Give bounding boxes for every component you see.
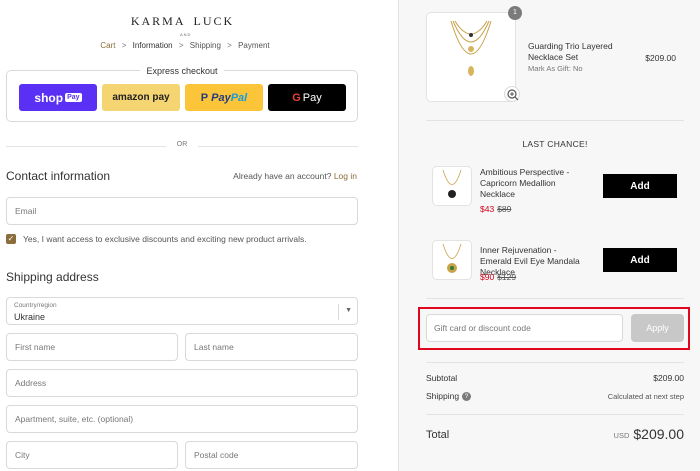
necklace-image (450, 20, 492, 76)
apartment-placeholder: Apartment, suite, etc. (optional) (15, 414, 134, 424)
country-label: Country/region (14, 302, 57, 309)
help-icon[interactable]: ? (462, 392, 472, 402)
total-label: Total (426, 429, 450, 441)
select-separator (338, 304, 339, 320)
divider-line (198, 146, 358, 147)
shop-pay-button[interactable]: shop Pay (19, 84, 97, 111)
country-value: Ukraine (14, 312, 46, 322)
address-placeholder: Address (15, 378, 47, 388)
chevron-down-icon: ▼ (345, 307, 352, 314)
product-price: $209.00 (645, 53, 676, 63)
city-field[interactable]: City (6, 441, 178, 469)
last-name-field[interactable]: Last name (185, 333, 358, 361)
chevron-right-icon: > (227, 41, 232, 50)
divider (426, 414, 684, 415)
product-thumbnail (426, 12, 516, 102)
first-name-field[interactable]: First name (6, 333, 178, 361)
original-price: $89 (497, 204, 512, 214)
divider (426, 298, 684, 299)
upsell-item-name: Ambitious Perspective - Capricorn Medall… (480, 167, 570, 199)
paypal-label-a: Pay (211, 91, 231, 104)
product-gift-option: Mark As Gift: No (528, 64, 583, 73)
checkout-form-panel: KARMA LUCK AND Cart > Information > Ship… (0, 0, 398, 471)
postal-placeholder: Postal code (194, 450, 239, 460)
zoom-icon[interactable] (504, 86, 520, 102)
upsell-thumbnail (432, 240, 472, 280)
shipping-value: Calculated at next step (607, 392, 684, 401)
apartment-field[interactable]: Apartment, suite, etc. (optional) (6, 405, 358, 433)
logo-text-right: LUCK (193, 13, 235, 28)
upsell-item-price: $90 $129 (480, 272, 516, 282)
subtotal-value: $209.00 (653, 373, 684, 383)
or-divider: OR (6, 141, 358, 151)
apply-discount-button[interactable]: Apply (631, 314, 684, 342)
shop-pay-label: shop (34, 90, 64, 105)
divider (426, 120, 684, 121)
original-price: $129 (497, 272, 517, 282)
breadcrumb-information: Information (132, 41, 173, 50)
city-placeholder: City (15, 450, 30, 460)
shipping-label: Shipping? (426, 391, 472, 402)
chevron-right-icon: > (178, 41, 184, 50)
country-select[interactable]: Country/region Ukraine ▼ (6, 297, 358, 325)
sale-price: $90 (480, 272, 495, 282)
shipping-heading: Shipping address (6, 270, 99, 284)
breadcrumb: Cart > Information > Shipping > Payment (0, 41, 370, 50)
newsletter-checkbox[interactable]: ✓ (6, 234, 16, 244)
amazon-pay-button[interactable]: amazon pay (102, 84, 180, 111)
necklace-image (442, 169, 462, 198)
currency-code: USD (613, 430, 630, 440)
newsletter-label: Yes, I want access to exclusive discount… (23, 234, 307, 244)
express-checkout-title: Express checkout (7, 66, 357, 76)
contact-heading: Contact information (6, 169, 111, 183)
express-checkout-title-text: Express checkout (140, 66, 224, 76)
account-prompt-text: Already have an account? (233, 171, 332, 181)
breadcrumb-shipping: Shipping (189, 41, 221, 50)
logo-text-left: KARMA (130, 13, 186, 28)
account-prompt: Already have an account? Log in (233, 171, 357, 181)
subtotal-label: Subtotal (426, 373, 458, 383)
login-link[interactable]: Log in (334, 171, 357, 181)
discount-placeholder: Gift card or discount code (434, 323, 531, 333)
paypal-icon: P (200, 91, 209, 104)
brand-logo[interactable]: KARMA LUCK (131, 9, 232, 33)
total-amount: $209.00 (633, 426, 684, 442)
upsell-item-price: $43 $89 (480, 204, 511, 214)
discount-code-input[interactable]: Gift card or discount code (426, 314, 623, 342)
breadcrumb-payment: Payment (238, 41, 270, 50)
add-upsell-button[interactable]: Add (603, 248, 677, 272)
postal-code-field[interactable]: Postal code (185, 441, 358, 469)
last-name-placeholder: Last name (194, 342, 234, 352)
upsell-thumbnail (432, 166, 472, 206)
email-field[interactable]: Email (6, 197, 358, 225)
chevron-right-icon: > (121, 41, 127, 50)
paypal-button[interactable]: P Pay Pal (185, 84, 263, 111)
email-placeholder: Email (15, 206, 37, 216)
paypal-label-b: Pal (230, 91, 248, 104)
necklace-image (442, 243, 462, 273)
quantity-badge: 1 (508, 6, 522, 20)
shipping-label-text: Shipping (426, 391, 460, 401)
google-pay-label: Pay (302, 91, 322, 104)
google-icon: G (292, 91, 301, 104)
address-field[interactable]: Address (6, 369, 358, 397)
amazon-pay-label: amazon pay (112, 92, 170, 103)
logo-subtext: AND (180, 32, 192, 37)
breadcrumb-cart[interactable]: Cart (100, 41, 115, 50)
upsell-title: LAST CHANCE! (522, 139, 588, 149)
divider (426, 362, 684, 363)
express-checkout-box: Express checkout shop Pay amazon pay P Pa… (6, 66, 358, 122)
total-value: USD $209.00 (614, 426, 684, 442)
shop-pay-box: Pay (65, 93, 82, 102)
first-name-placeholder: First name (15, 342, 56, 352)
google-pay-button[interactable]: G Pay (268, 84, 346, 111)
product-name: Guarding Trio Layered Necklace Set (528, 41, 613, 62)
sale-price: $43 (480, 204, 495, 214)
add-upsell-button[interactable]: Add (603, 174, 677, 198)
